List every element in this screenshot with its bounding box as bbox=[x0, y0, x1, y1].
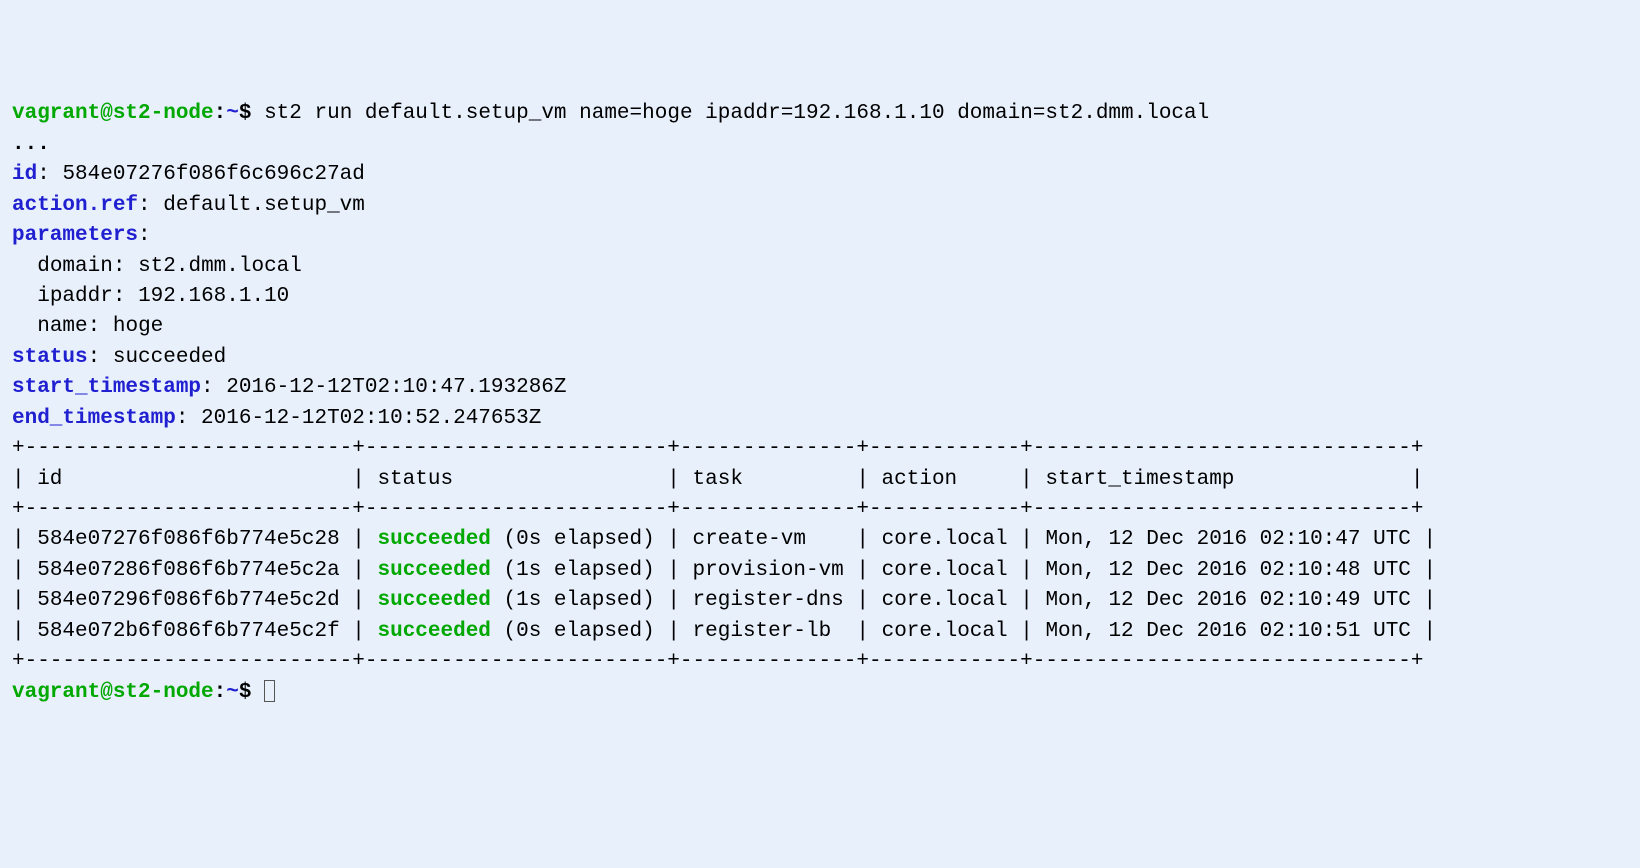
param-name-label: name bbox=[37, 315, 87, 338]
cell-id: 584e07286f086f6b774e5c2a bbox=[37, 559, 339, 582]
cell-start-ts: Mon, 12 Dec 2016 02:10:49 UTC bbox=[1045, 589, 1410, 612]
label-action-ref: action.ref bbox=[12, 194, 138, 217]
cell-id: 584e07296f086f6b774e5c2d bbox=[37, 589, 339, 612]
value-end-ts: 2016-12-12T02:10:52.247653Z bbox=[201, 407, 541, 430]
param-name-value: hoge bbox=[113, 315, 163, 338]
cell-status-rest: (1s elapsed) bbox=[491, 589, 655, 612]
table-border-bottom: +--------------------------+------------… bbox=[12, 650, 1423, 673]
cell-action: core.local bbox=[882, 589, 1008, 612]
cell-task: create-vm bbox=[693, 528, 844, 551]
param-domain-label: domain bbox=[37, 255, 113, 278]
cell-status-rest: (1s elapsed) bbox=[491, 559, 655, 582]
value-action-ref: default.setup_vm bbox=[163, 194, 365, 217]
prompt-sep: : bbox=[214, 102, 227, 125]
cell-status-word: succeeded bbox=[377, 589, 490, 612]
output-ellipsis: ... bbox=[12, 133, 50, 156]
prompt-path: ~ bbox=[226, 681, 239, 704]
label-end-ts: end_timestamp bbox=[12, 407, 176, 430]
cell-task: provision-vm bbox=[693, 559, 844, 582]
cursor[interactable] bbox=[264, 680, 275, 702]
table-border-mid: +--------------------------+------------… bbox=[12, 498, 1423, 521]
prompt-dollar: $ bbox=[239, 102, 252, 125]
table-border-top: +--------------------------+------------… bbox=[12, 437, 1423, 460]
command-text: st2 run default.setup_vm name=hoge ipadd… bbox=[264, 102, 1209, 125]
cell-task: register-dns bbox=[693, 589, 844, 612]
table-row: | 584e07276f086f6b774e5c28 | succeeded (… bbox=[12, 528, 1436, 551]
table-row: | 584e07296f086f6b774e5c2d | succeeded (… bbox=[12, 589, 1436, 612]
cell-id: 584e07276f086f6b774e5c28 bbox=[37, 528, 339, 551]
cell-action: core.local bbox=[882, 620, 1008, 643]
cell-action: core.local bbox=[882, 528, 1008, 551]
table-row: | 584e07286f086f6b774e5c2a | succeeded (… bbox=[12, 559, 1436, 582]
cell-status-word: succeeded bbox=[377, 559, 490, 582]
prompt-sep: : bbox=[214, 681, 227, 704]
cell-status-rest: (0s elapsed) bbox=[491, 528, 655, 551]
label-parameters: parameters bbox=[12, 224, 138, 247]
cell-status-word: succeeded bbox=[377, 528, 490, 551]
cell-start-ts: Mon, 12 Dec 2016 02:10:48 UTC bbox=[1045, 559, 1410, 582]
label-id: id bbox=[12, 163, 37, 186]
prompt-user-host: vagrant@st2-node bbox=[12, 681, 214, 704]
cell-id: 584e072b6f086f6b774e5c2f bbox=[37, 620, 339, 643]
param-ipaddr-label: ipaddr bbox=[37, 285, 113, 308]
table-header-row: | id | status | task | action | start_ti… bbox=[12, 468, 1423, 491]
table-row: | 584e072b6f086f6b774e5c2f | succeeded (… bbox=[12, 620, 1436, 643]
cell-status-word: succeeded bbox=[377, 620, 490, 643]
cell-action: core.local bbox=[882, 559, 1008, 582]
cell-status-rest: (0s elapsed) bbox=[491, 620, 655, 643]
label-start-ts: start_timestamp bbox=[12, 376, 201, 399]
prompt-user-host: vagrant@st2-node bbox=[12, 102, 214, 125]
prompt-dollar: $ bbox=[239, 681, 252, 704]
param-domain-value: st2.dmm.local bbox=[138, 255, 302, 278]
terminal-output[interactable]: vagrant@st2-node:~$ st2 run default.setu… bbox=[12, 99, 1628, 708]
cell-task: register-lb bbox=[693, 620, 844, 643]
param-ipaddr-value: 192.168.1.10 bbox=[138, 285, 289, 308]
prompt-path: ~ bbox=[226, 102, 239, 125]
value-status: succeeded bbox=[113, 346, 226, 369]
label-status: status bbox=[12, 346, 88, 369]
cell-start-ts: Mon, 12 Dec 2016 02:10:47 UTC bbox=[1045, 528, 1410, 551]
cell-start-ts: Mon, 12 Dec 2016 02:10:51 UTC bbox=[1045, 620, 1410, 643]
value-start-ts: 2016-12-12T02:10:47.193286Z bbox=[226, 376, 566, 399]
value-id: 584e07276f086f6c696c27ad bbox=[62, 163, 364, 186]
